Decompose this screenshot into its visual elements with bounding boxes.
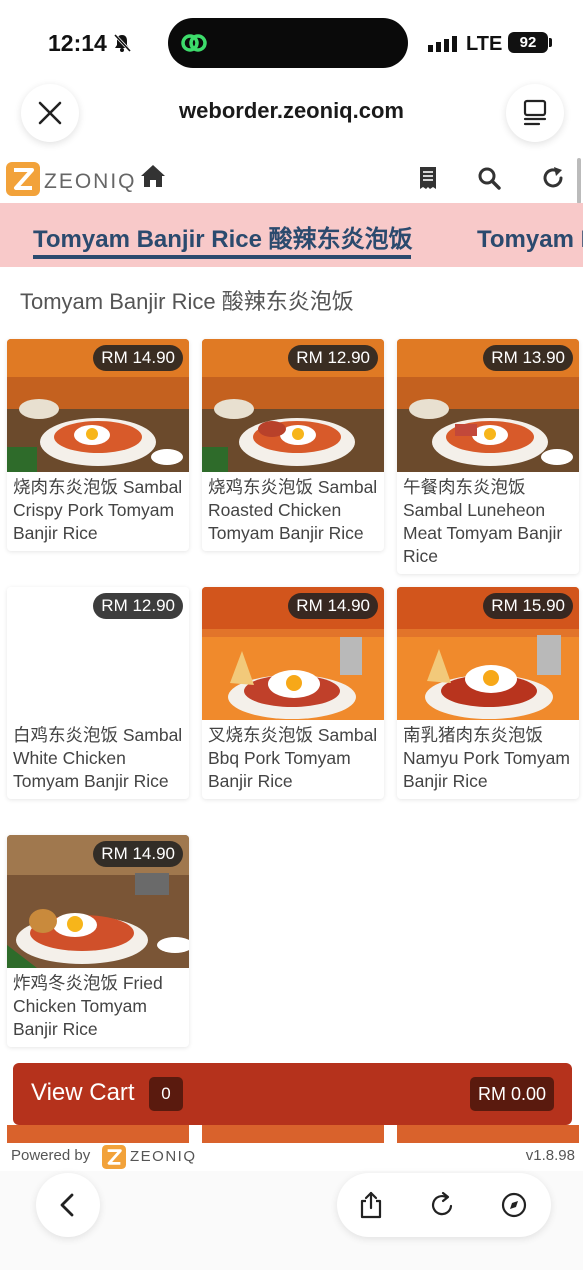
- close-icon: [38, 101, 62, 125]
- footer-brand-name: ZEONIQ: [130, 1148, 197, 1165]
- product-image: RM 13.90: [397, 339, 579, 472]
- price-badge: RM 12.90: [288, 345, 378, 371]
- chevron-left-icon: [60, 1193, 74, 1217]
- status-time: 12:14: [48, 30, 107, 56]
- product-image: RM 14.90: [7, 339, 189, 472]
- cart-count-badge: 0: [149, 1077, 183, 1111]
- price-badge: RM 15.90: [483, 593, 573, 619]
- network-label: LTE: [466, 33, 503, 55]
- product-card[interactable]: RM 14.90 炸鸡冬炎泡饭 Fried Chicken Tomyam Ban…: [7, 835, 189, 1047]
- version-label: v1.8.98: [525, 1147, 575, 1164]
- back-button[interactable]: [36, 1173, 100, 1237]
- reload-icon[interactable]: [428, 1191, 456, 1219]
- search-icon[interactable]: [477, 166, 501, 190]
- category-tabs: Tomyam Banjir Rice 酸辣东炎泡饭 Tomyam Banjir …: [0, 203, 583, 267]
- price-badge: RM 14.90: [288, 593, 378, 619]
- link-icon: [181, 34, 207, 52]
- url-field[interactable]: weborder.zeoniq.com: [140, 98, 443, 124]
- browser-actions: [337, 1173, 551, 1237]
- section-title: Tomyam Banjir Rice 酸辣东炎泡饭: [20, 289, 354, 314]
- product-card[interactable]: RM 12.90 烧鸡东炎泡饭 Sambal Roasted Chicken T…: [202, 339, 384, 551]
- share-icon[interactable]: [357, 1191, 385, 1219]
- signal-icon: [428, 36, 457, 52]
- product-image-placeholder: RM 12.90: [7, 587, 189, 720]
- product-name: 白鸡东炎泡饭 Sambal White Chicken Tomyam Banji…: [13, 725, 183, 791]
- view-cart-button[interactable]: View Cart 0 RM 0.00: [13, 1063, 572, 1125]
- close-button[interactable]: [21, 84, 79, 142]
- product-name: 烧鸡东炎泡饭 Sambal Roasted Chicken Tomyam Ban…: [208, 477, 378, 543]
- brand-name: ZEONIQ: [44, 170, 137, 193]
- product-name: 叉烧东炎泡饭 Sambal Bbq Pork Tomyam Banjir Ric…: [208, 725, 378, 791]
- product-name: 烧肉东炎泡饭 Sambal Crispy Pork Tomyam Banjir …: [13, 477, 183, 543]
- next-row-peek: [0, 1125, 583, 1143]
- product-name: 南乳猪肉东炎泡饭 Namyu Pork Tomyam Banjir Rice: [403, 725, 570, 791]
- product-name: 炸鸡冬炎泡饭 Fried Chicken Tomyam Banjir Rice: [13, 973, 163, 1039]
- active-tab-indicator: [33, 255, 411, 259]
- product-card[interactable]: RM 14.90 烧肉东炎泡饭 Sambal Crispy Pork Tomya…: [7, 339, 189, 551]
- tabs-button[interactable]: [506, 84, 564, 142]
- price-badge: RM 13.90: [483, 345, 573, 371]
- view-cart-label: View Cart: [31, 1079, 135, 1106]
- footer: Powered by ZEONIQ v1.8.98: [0, 1143, 583, 1171]
- receipt-icon[interactable]: [418, 166, 438, 190]
- powered-by-label: Powered by: [11, 1147, 91, 1164]
- compass-icon[interactable]: [500, 1191, 528, 1219]
- product-card-peek: [202, 1125, 384, 1143]
- dynamic-island: [168, 18, 408, 68]
- price-badge: RM 12.90: [93, 593, 183, 619]
- price-badge: RM 14.90: [93, 841, 183, 867]
- browser-bottom-bar: [0, 1171, 583, 1270]
- product-image: RM 14.90: [7, 835, 189, 968]
- scrollbar[interactable]: [577, 158, 581, 204]
- zeoniq-logo-icon[interactable]: [6, 162, 40, 196]
- product-card[interactable]: RM 15.90 南乳猪肉东炎泡饭 Namyu Pork Tomyam Banj…: [397, 587, 579, 799]
- browser-top-bar: weborder.zeoniq.com: [0, 84, 583, 144]
- tabs-icon: [523, 99, 547, 126]
- product-image: RM 15.90: [397, 587, 579, 720]
- home-icon[interactable]: [140, 164, 166, 188]
- product-card[interactable]: RM 13.90 午餐肉东炎泡饭 Sambal Luneheon Meat To…: [397, 339, 579, 574]
- product-card-peek: [7, 1125, 189, 1143]
- product-card-peek: [397, 1125, 579, 1143]
- tab-tomyam-banjir-rice[interactable]: Tomyam Banjir Rice 酸辣东炎泡饭: [33, 219, 413, 254]
- tab-next-category[interactable]: Tomyam Banjir Rice 酸辣东炎泡饭: [477, 219, 583, 254]
- product-card[interactable]: RM 14.90 叉烧东炎泡饭 Sambal Bbq Pork Tomyam B…: [202, 587, 384, 799]
- cart-total: RM 0.00: [469, 1077, 554, 1111]
- product-card[interactable]: RM 12.90 白鸡东炎泡饭 Sambal White Chicken Tom…: [7, 587, 189, 799]
- bell-off-icon: [113, 33, 132, 53]
- site-header: ZEONIQ: [0, 150, 583, 202]
- refresh-icon[interactable]: [541, 166, 565, 190]
- status-bar: 12:14 LTE 92: [0, 0, 583, 84]
- zeoniq-logo-icon: [102, 1145, 126, 1169]
- price-badge: RM 14.90: [93, 345, 183, 371]
- product-image: RM 14.90: [202, 587, 384, 720]
- battery-tip: [549, 38, 552, 47]
- battery-icon: 92: [508, 32, 548, 53]
- product-name: 午餐肉东炎泡饭 Sambal Luneheon Meat Tomyam Banj…: [403, 477, 563, 566]
- product-image: RM 12.90: [202, 339, 384, 472]
